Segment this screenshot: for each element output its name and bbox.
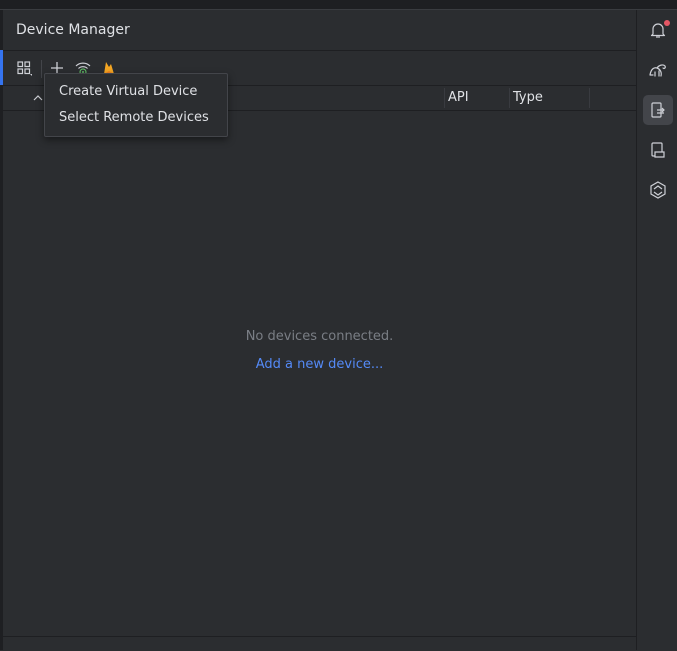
column-header-api[interactable]: API (448, 90, 469, 105)
add-new-device-link[interactable]: Add a new device... (3, 357, 636, 372)
add-device-popup-menu: Create Virtual Device Select Remote Devi… (44, 73, 228, 137)
window-top-strip (0, 0, 677, 10)
sort-ascending-icon[interactable] (31, 91, 45, 105)
toolbar-separator (41, 60, 42, 78)
empty-state-message: No devices connected. (245, 329, 394, 344)
column-divider[interactable] (589, 88, 590, 108)
column-header-type[interactable]: Type (513, 90, 543, 105)
notifications-icon[interactable] (643, 15, 673, 45)
column-divider[interactable] (509, 88, 510, 108)
panel-title: Device Manager (16, 22, 130, 38)
gemini-icon[interactable] (643, 175, 673, 205)
column-divider[interactable] (444, 88, 445, 108)
right-tool-window-bar (636, 10, 677, 650)
running-devices-icon[interactable] (643, 135, 673, 165)
notification-badge (664, 20, 670, 26)
menu-item-select-remote-devices[interactable]: Select Remote Devices (59, 110, 209, 125)
device-manager-icon[interactable] (643, 95, 673, 125)
bottom-bar (3, 636, 636, 651)
device-grid-icon[interactable] (15, 59, 33, 77)
menu-item-create-virtual-device[interactable]: Create Virtual Device (59, 84, 197, 99)
panel-header: Device Manager (3, 10, 636, 51)
gradle-icon[interactable] (643, 55, 673, 85)
